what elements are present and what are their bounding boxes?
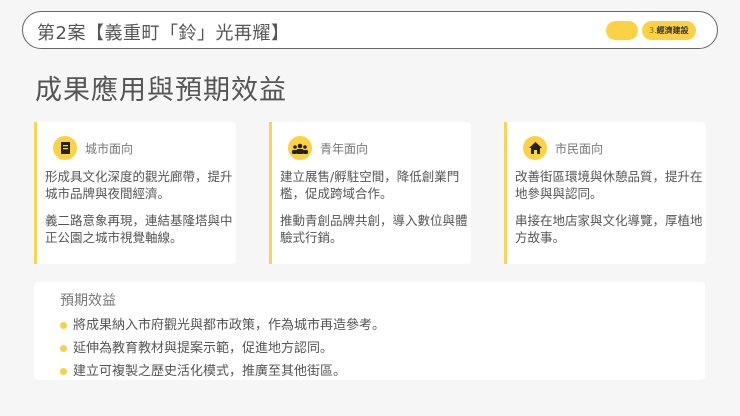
- header-title: 第2案【義重町「鈴」光再耀】: [37, 23, 290, 44]
- card-text: 形成具文化深度的觀光廊帶，提升城市品牌與夜間經濟。: [45, 169, 233, 201]
- card-label: 青年面向: [320, 142, 369, 156]
- card-youth: 青年面向 建立展售/孵駐空間，降低創業門檻，促成跨域合作。 推動青創品牌共創，導入…: [269, 122, 471, 264]
- bullet-icon: [60, 368, 67, 375]
- card-citizen: 市民面向 改善街區環境與休憩品質，提升在地參與與認同。 串接在地店家與文化導覽，厚…: [504, 122, 706, 264]
- card-text: 義二路意象再現，連結基隆塔與中正公園之城市視覺軸線。: [45, 213, 233, 245]
- building-icon: [53, 136, 77, 160]
- badge-label: 經濟建設: [656, 26, 689, 35]
- bullet-icon: [60, 345, 67, 352]
- card-text: 串接在地店家與文化導覽，厚植地方故事。: [515, 213, 703, 245]
- section-badge: 3.經濟建設: [642, 21, 696, 40]
- list-item: 延伸為教育教材與提案示範，促進地方認同。: [60, 337, 385, 360]
- card-text: 建立展售/孵駐空間，降低創業門檻，促成跨域合作。: [280, 169, 460, 201]
- card-city: 城市面向 形成具文化深度的觀光廊帶，提升城市品牌與夜間經濟。 義二路意象再現，連結…: [34, 122, 236, 264]
- list-item-text: 將成果納入市府觀光與都市政策，作為城市再造參考。: [73, 318, 386, 333]
- badge-number: 3.: [649, 26, 657, 35]
- people-group-icon: [288, 136, 312, 160]
- card-text: 推動青創品牌共創，導入數位與體驗式行銷。: [280, 213, 468, 245]
- home-icon: [523, 136, 547, 160]
- list-item-text: 建立可複製之歷史活化模式，推廣至其他街區。: [73, 364, 347, 379]
- page-title: 成果應用與預期效益: [35, 75, 287, 106]
- card-label: 市民面向: [555, 142, 604, 156]
- header-bar: 第2案【義重町「鈴」光再耀】 3.經濟建設: [22, 11, 718, 49]
- list-item-text: 延伸為教育教材與提案示範，促進地方認同。: [73, 341, 334, 356]
- benefits-list: 將成果納入市府觀光與都市政策，作為城市再造參考。 延伸為教育教材與提案示範，促進…: [60, 314, 385, 383]
- list-item: 將成果納入市府觀光與都市政策，作為城市再造參考。: [60, 314, 385, 337]
- list-item: 建立可複製之歷史活化模式，推廣至其他街區。: [60, 360, 385, 383]
- progress-indicator: [606, 21, 638, 40]
- card-label: 城市面向: [85, 142, 134, 156]
- card-text: 改善街區環境與休憩品質，提升在地參與與認同。: [515, 169, 703, 201]
- bullet-icon: [60, 322, 67, 329]
- benefits-title: 預期效益: [60, 293, 116, 309]
- benefits-panel: 預期效益 將成果納入市府觀光與都市政策，作為城市再造參考。 延伸為教育教材與提案…: [34, 282, 705, 380]
